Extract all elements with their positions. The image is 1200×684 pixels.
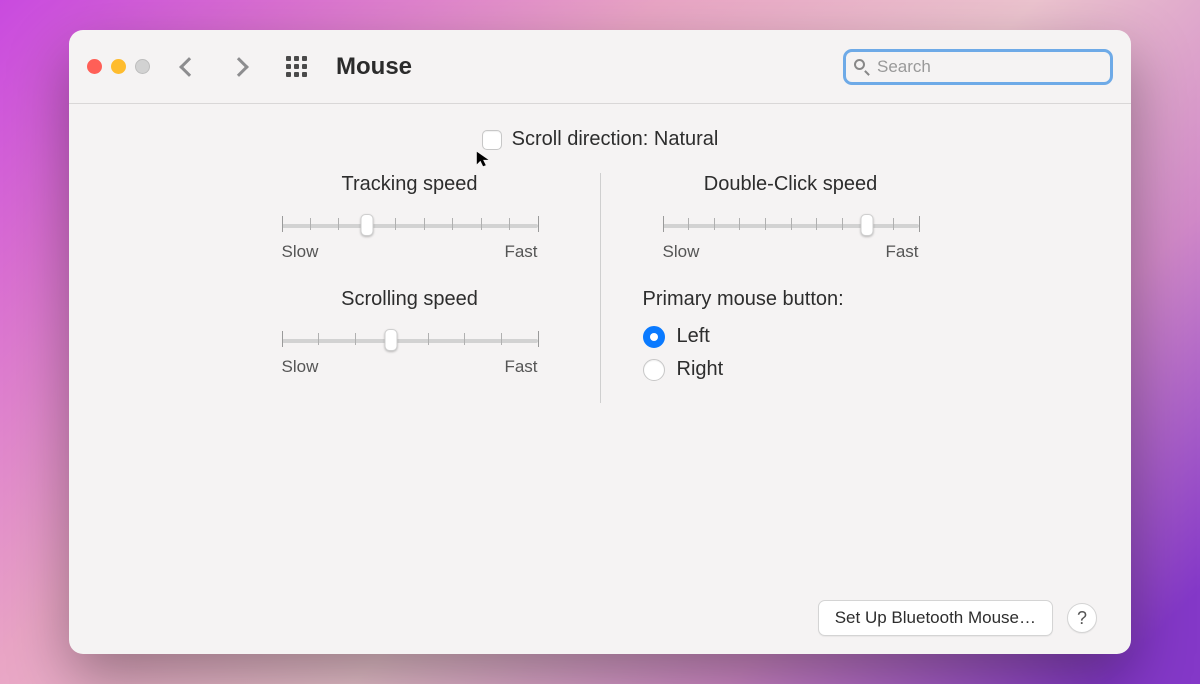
mouse-cursor-icon [475,150,493,168]
nav-buttons [182,60,246,74]
radio-right-label: Right [677,358,724,381]
toolbar: Mouse [69,30,1131,104]
setup-bluetooth-button[interactable]: Set Up Bluetooth Mouse… [818,600,1053,636]
primary-button-right-row[interactable]: Right [643,358,965,381]
left-column: Tracking speed Slow Fast Scrolling speed [220,173,600,403]
scrolling-speed-group: Scrolling speed Slow Fast [236,288,584,377]
columns: Tracking speed Slow Fast Scrolling speed [103,173,1097,403]
tracking-speed-group: Tracking speed Slow Fast [236,173,584,262]
tracking-fast-label: Fast [504,242,537,262]
search-input[interactable] [877,57,1102,77]
back-button-icon[interactable] [179,57,199,77]
window-controls [87,59,150,74]
scrolling-slow-label: Slow [282,357,319,377]
minimize-window-button[interactable] [111,59,126,74]
right-column: Double-Click speed Slow Fast Primary mou… [601,173,981,403]
tracking-slow-label: Slow [282,242,319,262]
scrolling-fast-label: Fast [504,357,537,377]
doubleclick-fast-label: Fast [885,242,918,262]
close-window-button[interactable] [87,59,102,74]
doubleclick-slow-label: Slow [663,242,700,262]
radio-right[interactable] [643,359,665,381]
tracking-speed-title: Tracking speed [236,173,584,196]
radio-left[interactable] [643,326,665,348]
doubleclick-speed-title: Double-Click speed [617,173,965,196]
scrolling-speed-slider[interactable] [282,325,538,351]
scroll-direction-label: Scroll direction: Natural [512,128,719,151]
tracking-speed-slider[interactable] [282,210,538,236]
primary-button-title: Primary mouse button: [643,288,965,311]
window-title: Mouse [336,53,412,81]
show-all-icon[interactable] [286,56,308,78]
primary-button-left-row[interactable]: Left [643,325,965,348]
search-icon [854,59,869,74]
search-field[interactable] [843,49,1113,85]
doubleclick-speed-group: Double-Click speed Slow Fast [617,173,965,262]
preferences-window: Mouse Scroll direction: Natural Tracking… [69,30,1131,654]
scrolling-speed-title: Scrolling speed [236,288,584,311]
radio-left-label: Left [677,325,710,348]
scrolling-speed-labels: Slow Fast [282,357,538,377]
footer: Set Up Bluetooth Mouse… ? [103,600,1097,636]
tracking-speed-labels: Slow Fast [282,242,538,262]
doubleclick-speed-labels: Slow Fast [663,242,919,262]
scroll-direction-checkbox[interactable] [482,130,502,150]
primary-button-group: Primary mouse button: Left Right [617,288,965,381]
help-button[interactable]: ? [1067,603,1097,633]
zoom-window-button[interactable] [135,59,150,74]
doubleclick-speed-slider[interactable] [663,210,919,236]
scroll-direction-row: Scroll direction: Natural [103,128,1097,151]
forward-button-icon[interactable] [229,57,249,77]
content-area: Scroll direction: Natural Tracking speed… [69,104,1131,654]
